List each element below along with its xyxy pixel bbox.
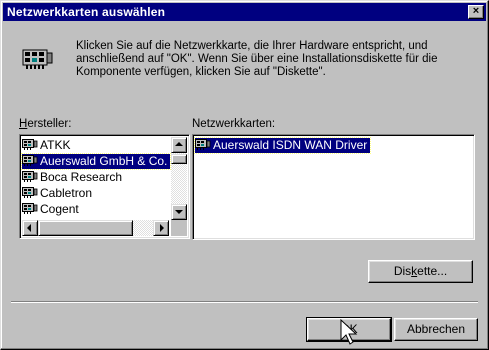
network-card-label: Netzwerkkarten: <box>192 118 276 130</box>
manufacturer-item-cabletron[interactable]: Cabletron <box>22 186 95 201</box>
scroll-up-button[interactable] <box>171 137 187 153</box>
network-card-icon <box>195 139 211 150</box>
arrow-left-icon <box>27 224 31 232</box>
manufacturer-label-rest: ersteller: <box>27 118 72 130</box>
manufacturer-item-label: Auerswald GmbH & Co. <box>40 154 168 168</box>
arrow-right-icon <box>160 224 164 232</box>
network-card-item-auerswald-isdn[interactable]: Auerswald ISDN WAN Driver <box>193 137 372 154</box>
disk-label-pre: Dis <box>393 264 412 278</box>
separator <box>11 301 478 303</box>
network-card-icon <box>22 171 38 182</box>
manufacturer-item-atkk[interactable]: ATKK <box>22 138 73 153</box>
network-card-list[interactable]: Auerswald ISDN WAN Driver <box>192 134 475 240</box>
have-disk-button[interactable]: Diskette... <box>368 260 473 283</box>
disk-label-post: ette... <box>417 264 448 278</box>
manufacturer-item-label: Cabletron <box>40 186 93 200</box>
network-card-icon <box>22 203 38 214</box>
manufacturer-list[interactable]: ATKK Auerswald GmbH & Co. Boca Research … <box>19 134 190 239</box>
manufacturer-item-label: ATKK <box>40 138 71 152</box>
scroll-right-button[interactable] <box>153 220 169 236</box>
manufacturer-item-label: Cogent <box>40 202 79 216</box>
network-card-icon <box>22 187 38 198</box>
arrow-up-icon <box>175 142 183 146</box>
manufacturer-vertical-scrollbar[interactable] <box>171 137 187 220</box>
manufacturer-label: Hersteller: <box>19 118 71 130</box>
manufacturer-item-label: Boca Research <box>40 170 123 184</box>
manufacturer-item-boca-research[interactable]: Boca Research <box>22 170 125 185</box>
scrollbar-corner <box>171 220 187 236</box>
title-bar[interactable]: Netzwerkkarten auswählen × <box>3 3 486 21</box>
cancel-label: Abbrechen <box>406 322 466 336</box>
scroll-left-button[interactable] <box>22 220 38 236</box>
close-button[interactable]: × <box>468 5 484 19</box>
cancel-button[interactable]: Abbrechen <box>394 318 478 341</box>
manufacturer-item-cogent[interactable]: Cogent <box>22 202 82 217</box>
scroll-thumb[interactable] <box>38 220 133 236</box>
close-icon: × <box>472 5 480 17</box>
mouse-pointer-icon <box>340 318 358 345</box>
scroll-down-button[interactable] <box>171 204 187 220</box>
network-card-icon <box>22 139 38 150</box>
manufacturer-item-auerswald[interactable]: Auerswald GmbH & Co. <box>20 153 172 170</box>
arrow-down-icon <box>175 210 183 214</box>
select-network-adapter-dialog: Netzwerkkarten auswählen × Klicken Sie a… <box>0 0 489 350</box>
network-card-item-label: Auerswald ISDN WAN Driver <box>213 138 368 152</box>
network-card-icon <box>22 155 38 166</box>
scroll-thumb[interactable] <box>171 154 187 164</box>
network-card-icon <box>22 49 53 69</box>
instruction-text: Klicken Sie auf die Netzwerkkarte, die I… <box>76 40 438 78</box>
manufacturer-horizontal-scrollbar[interactable] <box>22 220 169 236</box>
dialog-title: Netzwerkkarten auswählen <box>7 5 166 19</box>
